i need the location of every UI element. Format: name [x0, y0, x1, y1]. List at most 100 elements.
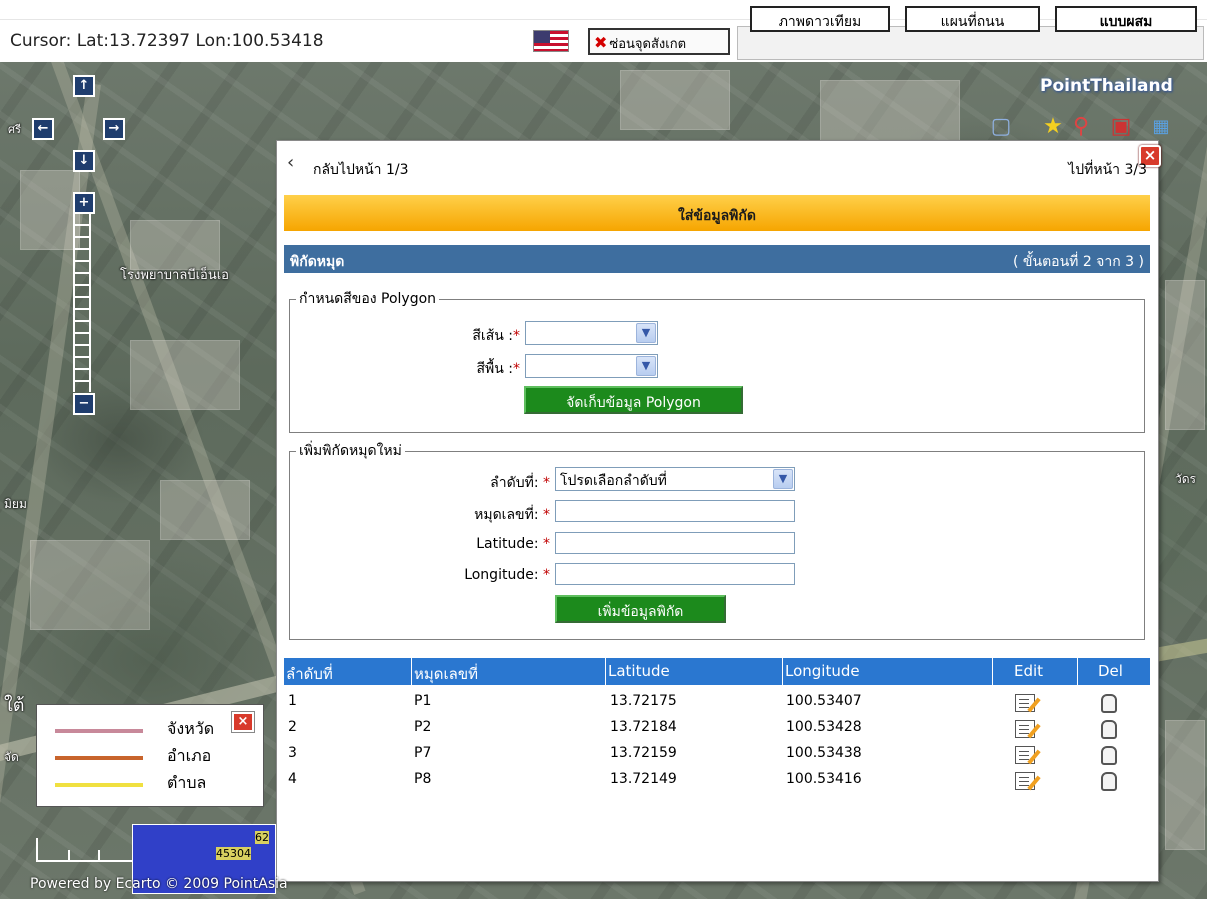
map-building	[20, 170, 80, 250]
pan-down-icon[interactable]: ↓	[73, 150, 95, 172]
legend-swatch	[55, 756, 143, 760]
legend-swatch	[55, 783, 143, 787]
cell-latitude: 13.72149	[610, 771, 677, 787]
hide-landmarks-button[interactable]: ✖ ซ่อนจุดสังเกต	[588, 28, 730, 55]
section-bar: พิกัดหมุด ( ขั้นตอนที่ 2 จาก 3 )	[284, 245, 1150, 273]
map-label: ศรี	[8, 123, 21, 136]
star-icon[interactable]: ★	[1038, 112, 1068, 142]
minimap-number: 62	[255, 831, 269, 844]
trash-icon[interactable]	[1101, 746, 1117, 765]
brand-logo: PointThailand	[1040, 76, 1173, 96]
pan-up-icon[interactable]: ↑	[73, 75, 95, 97]
satellite-mode-button[interactable]: ภาพดาวเทียม	[750, 6, 890, 32]
map-book-icon[interactable]: ▢	[986, 112, 1016, 142]
cell-longitude: 100.53438	[786, 745, 862, 761]
table-row: 4 P8 13.72149 100.53416	[284, 767, 1150, 793]
longitude-input[interactable]	[555, 563, 795, 585]
col-order: ลำดับที่	[286, 665, 333, 683]
new-pin-legend: เพิ่มพิกัดหมุดใหม่	[299, 443, 402, 459]
close-icon[interactable]: ×	[231, 711, 255, 733]
map-label: ใต้	[4, 695, 25, 716]
search-icon[interactable]: ⚲	[1066, 112, 1096, 142]
map-building	[130, 340, 240, 410]
legend-label: อำเภอ	[167, 746, 212, 765]
cell-latitude: 13.72184	[610, 719, 677, 735]
map-label: มิยม	[4, 497, 27, 511]
back-arrow-icon[interactable]: ‹	[287, 152, 294, 173]
zoom-out-icon[interactable]: −	[73, 393, 95, 415]
minimap-number: 45304	[216, 847, 251, 860]
chevron-down-icon: ▼	[773, 469, 793, 489]
trash-icon[interactable]	[1101, 694, 1117, 713]
table-header: ลำดับที่ หมุดเลขที่ Latitude Longitude E…	[284, 658, 1150, 685]
zoom-slider[interactable]	[73, 212, 91, 392]
chevron-down-icon: ▼	[636, 323, 656, 343]
col-latitude: Latitude	[608, 662, 670, 680]
hide-landmarks-label: ซ่อนจุดสังเกต	[609, 37, 687, 52]
map-building	[160, 480, 250, 540]
cell-order: 2	[288, 719, 297, 735]
cell-longitude: 100.53416	[786, 771, 862, 787]
pin-number-input[interactable]	[555, 500, 795, 522]
col-longitude: Longitude	[785, 662, 860, 680]
dialog-header: ใส่ข้อมูลพิกัด	[284, 195, 1150, 231]
map-building	[1165, 720, 1205, 850]
cell-pin: P2	[414, 719, 432, 735]
fill-color-label: สีพื้น :*	[476, 361, 520, 377]
map-building	[130, 220, 220, 270]
col-del: Del	[1098, 662, 1123, 680]
save-polygon-button[interactable]: จัดเก็บข้อมูล Polygon	[524, 386, 743, 414]
order-select[interactable]: โปรดเลือกลำดับที่ ▼	[555, 467, 795, 491]
legend-label: จังหวัด	[167, 719, 215, 738]
cell-order: 4	[288, 771, 297, 787]
cell-longitude: 100.53428	[786, 719, 862, 735]
zoom-in-icon[interactable]: +	[73, 192, 95, 214]
cell-pin: P8	[414, 771, 432, 787]
forward-page-link[interactable]: ไปที่หน้า 3/3	[1068, 159, 1147, 181]
edit-icon[interactable]	[1015, 720, 1035, 738]
map-label: โรงพยาบาลบีเอ็นเอ	[120, 268, 229, 283]
edit-icon[interactable]	[1015, 746, 1035, 764]
dialog-nav: ‹ กลับไปหน้า 1/3 ไปที่หน้า 3/3	[287, 152, 1147, 178]
col-sep	[992, 658, 993, 685]
section-title: พิกัดหมุด	[290, 254, 345, 270]
cell-pin: P1	[414, 693, 432, 709]
map-building	[1165, 280, 1205, 430]
map-label: วัดร	[1175, 472, 1196, 486]
cell-latitude: 13.72175	[610, 693, 677, 709]
close-x-icon: ✖	[594, 33, 608, 52]
fill-color-select[interactable]: ▼	[525, 354, 658, 378]
col-sep	[411, 658, 412, 685]
map-label: จัด	[4, 750, 19, 764]
longitude-label: Longitude: *	[464, 567, 550, 583]
settings-icon[interactable]: ▦	[1146, 112, 1176, 142]
cell-latitude: 13.72159	[610, 745, 677, 761]
cell-order: 1	[288, 693, 297, 709]
street-map-mode-button[interactable]: แผนที่ถนน	[905, 6, 1040, 32]
cell-longitude: 100.53407	[786, 693, 862, 709]
line-color-label: สีเส้น :*	[472, 328, 520, 344]
cell-pin: P7	[414, 745, 432, 761]
pan-right-icon[interactable]: →	[103, 118, 125, 140]
us-flag-icon[interactable]	[533, 30, 569, 52]
hybrid-mode-button[interactable]: แบบผสม	[1055, 6, 1197, 32]
bus-icon[interactable]: ▣	[1106, 112, 1136, 142]
line-color-select[interactable]: ▼	[525, 321, 658, 345]
trash-icon[interactable]	[1101, 720, 1117, 739]
boundary-legend: จังหวัด อำเภอ ตำบล	[36, 704, 264, 807]
table-row: 2 P2 13.72184 100.53428	[284, 715, 1150, 741]
edit-icon[interactable]	[1015, 772, 1035, 790]
add-coordinate-button[interactable]: เพิ่มข้อมูลพิกัด	[555, 595, 726, 623]
cursor-coordinates: Cursor: Lat:13.72397 Lon:100.53418	[10, 31, 324, 51]
pan-left-icon[interactable]: ←	[32, 118, 54, 140]
trash-icon[interactable]	[1101, 772, 1117, 791]
table-row: 1 P1 13.72175 100.53407	[284, 689, 1150, 715]
col-edit: Edit	[1014, 662, 1044, 680]
map-scale	[36, 838, 132, 862]
edit-icon[interactable]	[1015, 694, 1035, 712]
latitude-input[interactable]	[555, 532, 795, 554]
chevron-down-icon: ▼	[636, 356, 656, 376]
cell-order: 3	[288, 745, 297, 761]
back-page-link[interactable]: กลับไปหน้า 1/3	[313, 159, 409, 181]
legend-swatch	[55, 729, 143, 733]
